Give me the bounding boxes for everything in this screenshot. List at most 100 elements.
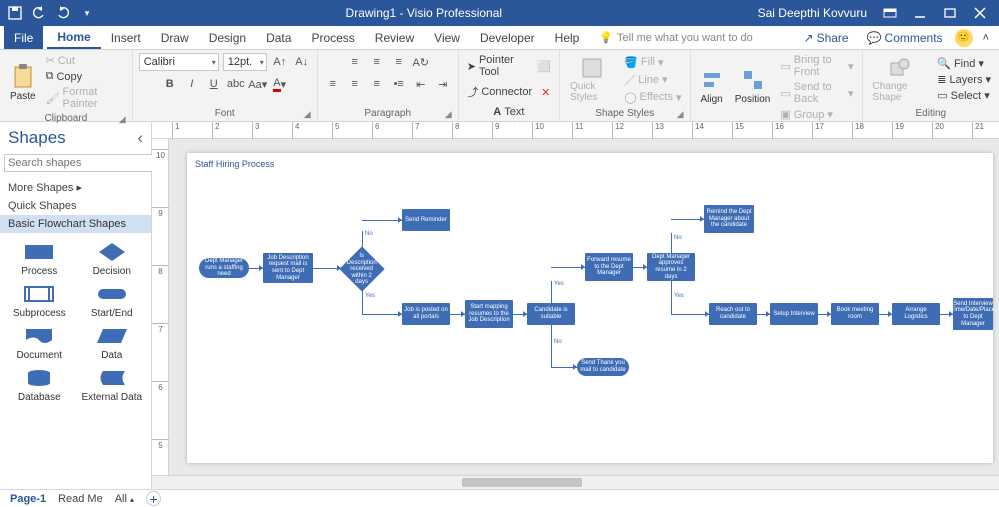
orientation-icon[interactable]: A↻ [412, 53, 430, 71]
dec-indent-icon[interactable]: ⇤ [412, 75, 430, 93]
node-room[interactable]: Book meeting room [831, 303, 879, 325]
copy-button[interactable]: ⧉Copy [44, 69, 126, 84]
node-suitable[interactable]: Candidate is suitable [527, 303, 575, 325]
align-bottom-icon[interactable]: ≡ [390, 53, 408, 71]
tab-insert[interactable]: Insert [101, 26, 151, 49]
scrollbar-thumb[interactable] [462, 478, 582, 487]
share-button[interactable]: ↗Share [798, 29, 855, 47]
tab-data[interactable]: Data [256, 26, 301, 49]
layers-button[interactable]: ≣Layers ▾ [935, 72, 993, 87]
page-tab-readme[interactable]: Read Me [58, 493, 103, 505]
tab-file[interactable]: File [4, 26, 43, 49]
tab-home[interactable]: Home [47, 26, 100, 49]
shape-subprocess[interactable]: Subprocess [4, 283, 75, 319]
grow-font-icon[interactable]: A↑ [271, 53, 289, 71]
align-right-icon[interactable]: ≡ [368, 75, 386, 93]
italic-button[interactable]: I [183, 75, 201, 93]
inc-indent-icon[interactable]: ⇥ [434, 75, 452, 93]
node-jd-sent[interactable]: Job Description request mail is sent to … [263, 253, 313, 283]
shrink-font-icon[interactable]: A↓ [293, 53, 311, 71]
underline-button[interactable]: U [205, 75, 223, 93]
send-back-button[interactable]: ▭Send to Back ▾ [778, 80, 855, 106]
shape-decision[interactable]: Decision [77, 241, 148, 277]
undo-icon[interactable] [28, 2, 50, 24]
dialog-launcher-icon[interactable]: ◢ [677, 109, 684, 120]
tab-view[interactable]: View [424, 26, 470, 49]
drawing-canvas[interactable]: Staff Hiring Process Dept Manager runs a… [169, 139, 999, 475]
bullets-icon[interactable]: •≡ [390, 75, 408, 93]
line-button[interactable]: ／Line ▾ [622, 71, 683, 89]
align-left-icon[interactable]: ≡ [324, 75, 342, 93]
page-tab-all[interactable]: All ▴ [115, 493, 134, 505]
format-painter-button[interactable]: 🖌Format Painter [44, 85, 126, 111]
stencil-selected[interactable]: Basic Flowchart Shapes [0, 215, 151, 233]
font-size-combo[interactable]: 12pt. [223, 53, 267, 71]
tab-review[interactable]: Review [365, 26, 424, 49]
node-forward[interactable]: Forward resume to the Dept Manager [585, 253, 633, 281]
tab-draw[interactable]: Draw [151, 26, 199, 49]
paste-button[interactable]: Paste [6, 61, 40, 104]
add-page-button[interactable]: + [146, 491, 161, 506]
shape-external-data[interactable]: External Data [77, 367, 148, 403]
position-button[interactable]: Position [731, 68, 775, 107]
more-shapes-link[interactable]: More Shapes▸ [0, 178, 151, 197]
pointer-tool-button[interactable]: ➤Pointer Tool⬜ [465, 53, 553, 79]
change-case-button[interactable]: Aa▾ [249, 75, 267, 93]
horizontal-scrollbar[interactable] [152, 475, 999, 489]
qat-more-icon[interactable]: ▾ [76, 2, 98, 24]
find-button[interactable]: 🔍Find ▾ [935, 56, 993, 71]
align-middle-icon[interactable]: ≡ [368, 53, 386, 71]
tab-help[interactable]: Help [545, 26, 590, 49]
dialog-launcher-icon[interactable]: ◢ [119, 114, 126, 125]
shape-database[interactable]: Database [4, 367, 75, 403]
redo-icon[interactable] [52, 2, 74, 24]
dialog-launcher-icon[interactable]: ◢ [304, 109, 311, 120]
close-icon[interactable] [965, 1, 995, 25]
strike-button[interactable]: abc [227, 75, 245, 93]
node-interview[interactable]: Setup Interview [770, 303, 818, 325]
select-button[interactable]: ▭Select ▾ [935, 88, 993, 103]
user-name[interactable]: Sai Deepthi Kovvuru [750, 6, 875, 20]
maximize-icon[interactable] [935, 1, 965, 25]
align-button[interactable]: Align [697, 68, 727, 107]
collapse-pane-icon[interactable]: ‹ [137, 128, 143, 148]
node-remind-mgr[interactable]: Remind the Dept Manager about the candid… [704, 205, 754, 233]
text-tool-button[interactable]: AText [491, 105, 526, 119]
effects-button[interactable]: ◯Effects ▾ [622, 90, 683, 105]
bring-front-button[interactable]: ▭Bring to Front ▾ [778, 53, 855, 79]
comments-button[interactable]: 💬Comments [861, 29, 949, 47]
quick-styles-button[interactable]: Quick Styles [566, 55, 618, 105]
save-icon[interactable] [4, 2, 26, 24]
fill-button[interactable]: 🪣Fill ▾ [622, 55, 683, 70]
shape-startend[interactable]: Start/End [77, 283, 148, 319]
minimize-icon[interactable] [905, 1, 935, 25]
page-tab-1[interactable]: Page-1 [10, 493, 46, 505]
node-approves[interactable]: Dept Manager approves resume in 2 days [647, 253, 695, 281]
font-color-button[interactable]: A▾ [271, 75, 289, 93]
tab-developer[interactable]: Developer [470, 26, 545, 49]
quick-shapes-link[interactable]: Quick Shapes [0, 197, 151, 215]
connector-tool-button[interactable]: ⤴Connector✕ [465, 83, 552, 101]
ruler-vertical[interactable]: 1098765 [152, 139, 169, 475]
font-family-combo[interactable]: Calibri [139, 53, 219, 71]
node-reminder[interactable]: Send Reminder [402, 209, 450, 231]
drawing-page[interactable]: Staff Hiring Process Dept Manager runs a… [187, 153, 993, 463]
node-start[interactable]: Dept Manager runs a staffing need [199, 258, 249, 278]
node-logistics[interactable]: Arrange Logistics [892, 303, 940, 325]
ribbon-options-icon[interactable] [875, 1, 905, 25]
ruler-horizontal[interactable]: 123456789101112131415161718192021 [152, 122, 999, 139]
shape-document[interactable]: Document [4, 325, 75, 361]
align-center-icon[interactable]: ≡ [346, 75, 364, 93]
tab-process[interactable]: Process [301, 26, 364, 49]
shape-process[interactable]: Process [4, 241, 75, 277]
change-shape-button[interactable]: Change Shape [869, 55, 932, 105]
feedback-icon[interactable]: 🙂 [955, 29, 973, 47]
node-mapping[interactable]: Start mapping resumes to the Job Descrip… [465, 300, 513, 328]
search-input[interactable] [4, 154, 153, 172]
node-reachout[interactable]: Reach out to candidate [709, 303, 757, 325]
shape-data[interactable]: Data [77, 325, 148, 361]
node-notify[interactable]: Send Interview Time/Date/Place to Dept M… [953, 298, 993, 330]
dialog-launcher-icon[interactable]: ◢ [445, 109, 452, 120]
group-button[interactable]: ▣Group ▾ [778, 107, 855, 122]
tab-design[interactable]: Design [199, 26, 256, 49]
